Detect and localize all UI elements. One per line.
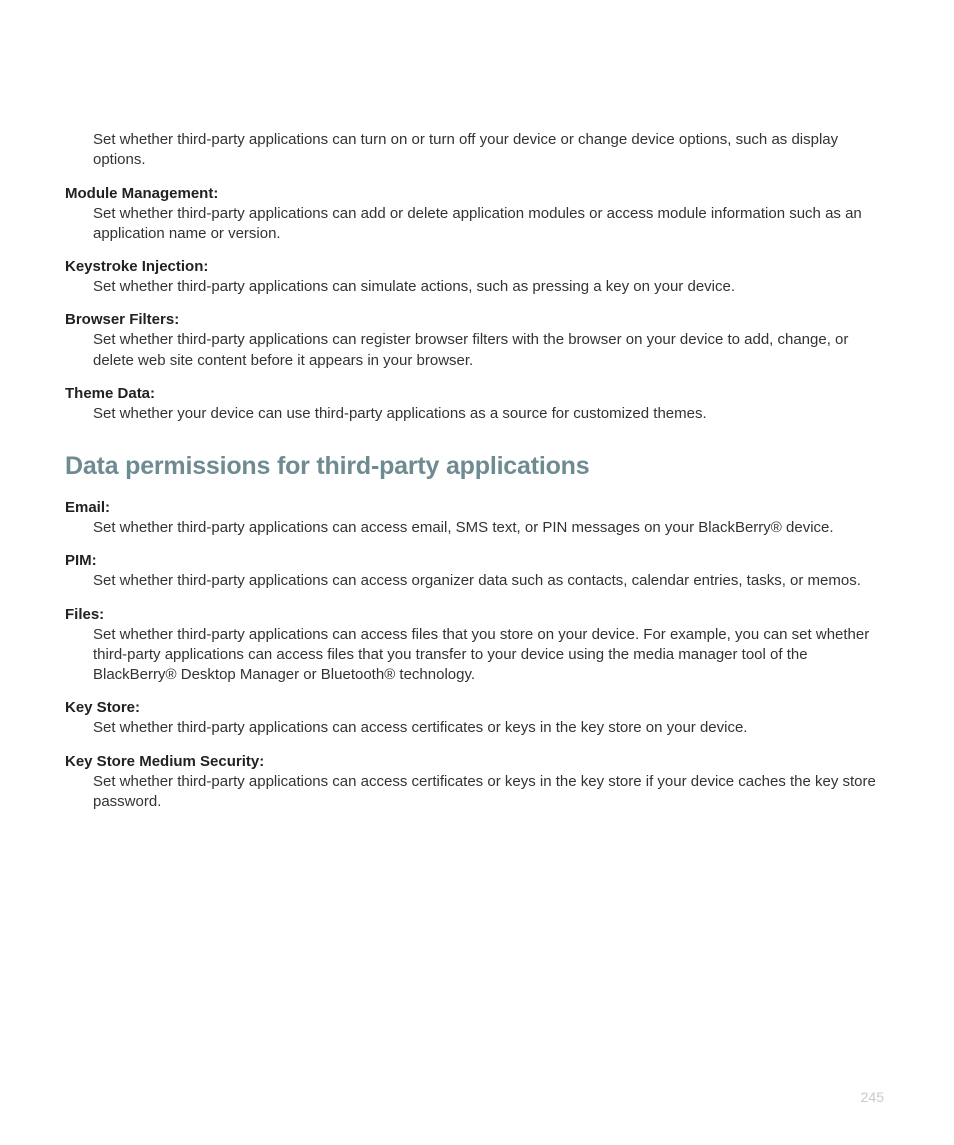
- def-theme-data: Set whether your device can use third-pa…: [93, 404, 889, 424]
- def-key-store: Set whether third-party applications can…: [93, 718, 889, 738]
- section-data-permissions: Email: Set whether third-party applicati…: [65, 499, 889, 812]
- term-browser-filters: Browser Filters:: [65, 311, 889, 328]
- def-files: Set whether third-party applications can…: [93, 625, 889, 686]
- term-key-store-medium-security: Key Store Medium Security:: [65, 753, 889, 770]
- term-key-store: Key Store:: [65, 699, 889, 716]
- def-browser-filters: Set whether third-party applications can…: [93, 330, 889, 371]
- term-email: Email:: [65, 499, 889, 516]
- term-files: Files:: [65, 606, 889, 623]
- term-module-management: Module Management:: [65, 185, 889, 202]
- term-pim: PIM:: [65, 552, 889, 569]
- def-email: Set whether third-party applications can…: [93, 518, 889, 538]
- section-interaction-permissions: Module Management: Set whether third-par…: [65, 185, 889, 425]
- page-number: 245: [861, 1089, 884, 1105]
- def-key-store-medium-security: Set whether third-party applications can…: [93, 772, 889, 813]
- term-keystroke-injection: Keystroke Injection:: [65, 258, 889, 275]
- term-theme-data: Theme Data:: [65, 385, 889, 402]
- def-pim: Set whether third-party applications can…: [93, 571, 889, 591]
- def-module-management: Set whether third-party applications can…: [93, 204, 889, 245]
- heading-data-permissions: Data permissions for third-party applica…: [65, 452, 889, 481]
- orphan-definition: Set whether third-party applications can…: [93, 130, 889, 171]
- def-keystroke-injection: Set whether third-party applications can…: [93, 277, 889, 297]
